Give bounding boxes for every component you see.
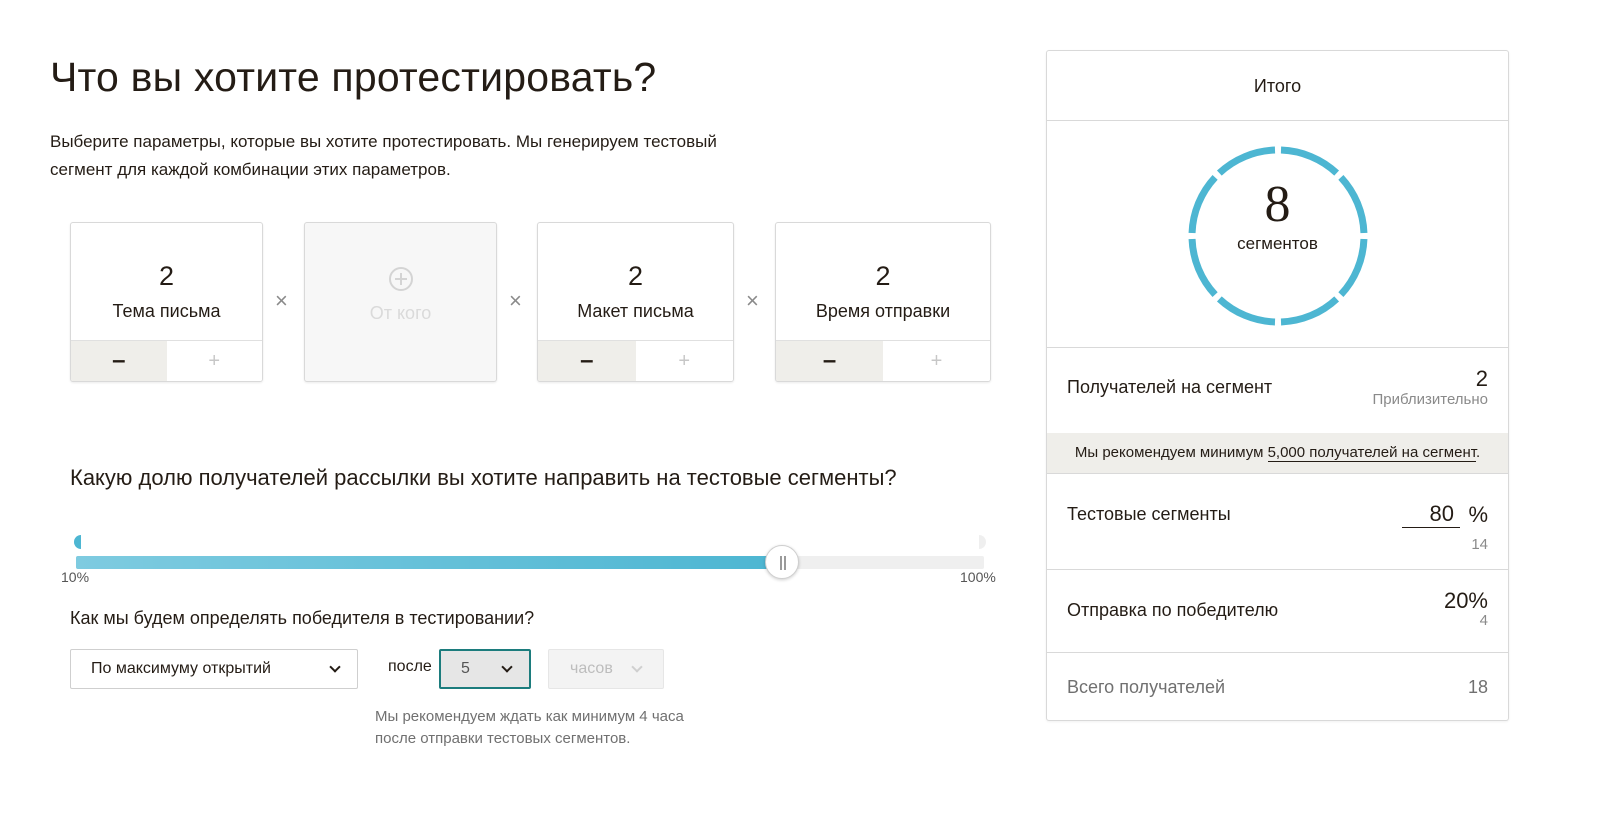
- segments-label: сегментов: [1237, 234, 1318, 253]
- wait-value: 5: [461, 660, 470, 677]
- increment-button[interactable]: +: [166, 341, 262, 381]
- winner-send-percent: 20%: [1443, 588, 1488, 613]
- variable-label: Макет письма: [577, 301, 694, 321]
- intro-text: Выберите параметры, которые вы хотите пр…: [50, 132, 717, 179]
- test-percent-input[interactable]: [1402, 500, 1460, 528]
- slider-left-cap: [74, 535, 81, 549]
- decrement-button[interactable]: –: [538, 341, 636, 381]
- per-segment-note: Приблизительно: [1372, 391, 1488, 408]
- total-value: 18: [1467, 677, 1488, 697]
- variable-card-from[interactable]: От кого: [304, 222, 497, 382]
- total-row: Всего получателей 18: [1047, 652, 1508, 721]
- test-segments-label: Тестовые сегменты: [1067, 504, 1231, 524]
- wait-value-select[interactable]: 5: [439, 649, 531, 689]
- recommendation-link[interactable]: 5,000 получателей на сегмент: [1267, 444, 1476, 462]
- variable-label: Тема письма: [112, 301, 221, 321]
- increment-button[interactable]: +: [883, 341, 990, 381]
- variable-card-layout: 2 Макет письма – +: [537, 222, 734, 382]
- slider-max-label: 100%: [960, 569, 996, 585]
- slider-right-cap: [979, 535, 986, 549]
- multiply-sign: ×: [275, 288, 288, 313]
- variable-count: 2: [627, 261, 644, 291]
- distribution-question: Какую долю получателей рассылки вы хотит…: [70, 465, 897, 490]
- winner-send-row: Отправка по победителю 20% 4: [1047, 569, 1508, 652]
- winner-send-label: Отправка по победителю: [1067, 600, 1279, 620]
- wait-hint: Мы рекомендуем ждать как минимум 4 часа …: [375, 708, 684, 747]
- percent-sign: %: [1468, 502, 1488, 527]
- recommendation-bar: Мы рекомендуем минимум 5,000 получателей…: [1047, 433, 1508, 473]
- test-segments-count: 14: [1471, 536, 1488, 553]
- slider-handle[interactable]: [765, 545, 800, 579]
- slider-min-label: 10%: [61, 569, 90, 585]
- after-label: после: [388, 658, 432, 675]
- per-segment-label: Получателей на сегмент: [1067, 377, 1273, 397]
- recommendation-text: Мы рекомендуем минимум: [1074, 444, 1268, 461]
- per-segment-row: Получателей на сегмент 2 Приблизительно: [1047, 347, 1508, 433]
- chevron-down-icon: [631, 661, 643, 673]
- variable-card-send-time: 2 Время отправки – +: [775, 222, 991, 382]
- variable-count: 2: [158, 261, 175, 291]
- test-segments-row: Тестовые сегменты % 14: [1047, 473, 1508, 569]
- winner-question: Как мы будем определять победителя в тес…: [70, 608, 535, 628]
- add-circle-icon: [388, 267, 413, 291]
- segments-count: 8: [1264, 176, 1291, 233]
- ring-segment: [1216, 296, 1276, 326]
- summary-title: Итого: [1047, 51, 1508, 121]
- multiply-sign: ×: [746, 288, 759, 313]
- variable-label: От кого: [369, 303, 432, 323]
- decrement-button[interactable]: –: [71, 341, 167, 381]
- chevron-down-icon: [501, 661, 513, 673]
- variable-count: 2: [875, 261, 891, 291]
- increment-button[interactable]: +: [635, 341, 733, 381]
- ring-segment: [1280, 146, 1340, 176]
- winner-metric-value: По максимуму открытий: [91, 660, 271, 677]
- multiply-sign: ×: [509, 288, 522, 313]
- variable-label: Время отправки: [815, 301, 951, 321]
- distribution-slider-fill: [76, 556, 783, 569]
- page-title: Что вы хотите протестировать?: [50, 54, 657, 100]
- recommendation-suffix: .: [1475, 444, 1481, 461]
- chevron-down-icon: [329, 661, 341, 673]
- winner-send-count: 4: [1479, 612, 1488, 629]
- variable-card-subject: 2 Тема письма – +: [70, 222, 263, 382]
- winner-metric-select[interactable]: По максимуму открытий: [70, 649, 358, 689]
- wait-unit-select: часов: [548, 649, 664, 689]
- ring-segment: [1280, 296, 1340, 326]
- ring-segment: [1216, 146, 1276, 176]
- summary-panel: Итого 8 сегментов Получателей на сегмент…: [1046, 50, 1509, 721]
- per-segment-value: 2: [1475, 366, 1488, 391]
- wait-unit: часов: [570, 660, 613, 677]
- decrement-button[interactable]: –: [776, 341, 883, 381]
- total-label: Всего получателей: [1067, 677, 1226, 697]
